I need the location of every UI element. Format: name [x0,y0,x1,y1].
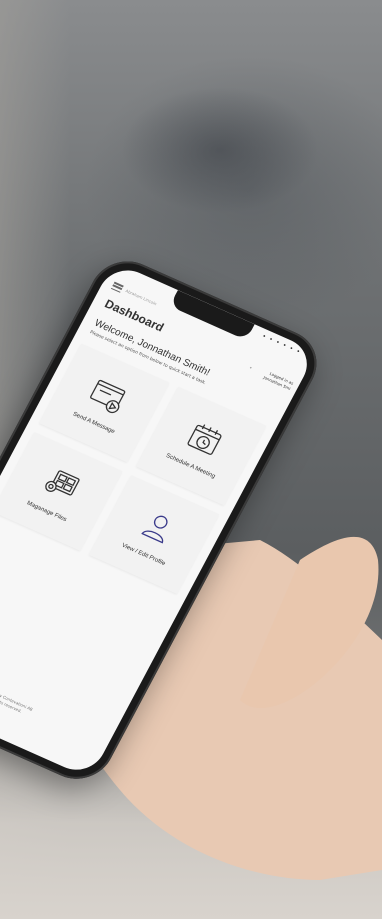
footer: Created by Contevationi AB All rights re… [0,651,110,752]
message-icon [90,379,126,414]
menu-icon[interactable] [110,281,124,293]
brand-label: Abraham Lincoln [124,288,158,307]
profile-icon [141,515,168,544]
files-gear-icon [45,470,80,496]
calendar-icon [187,424,222,455]
footer-credit: Created by Contevationi AB [0,685,34,712]
chevron-down-icon: ⌄ [247,363,255,371]
